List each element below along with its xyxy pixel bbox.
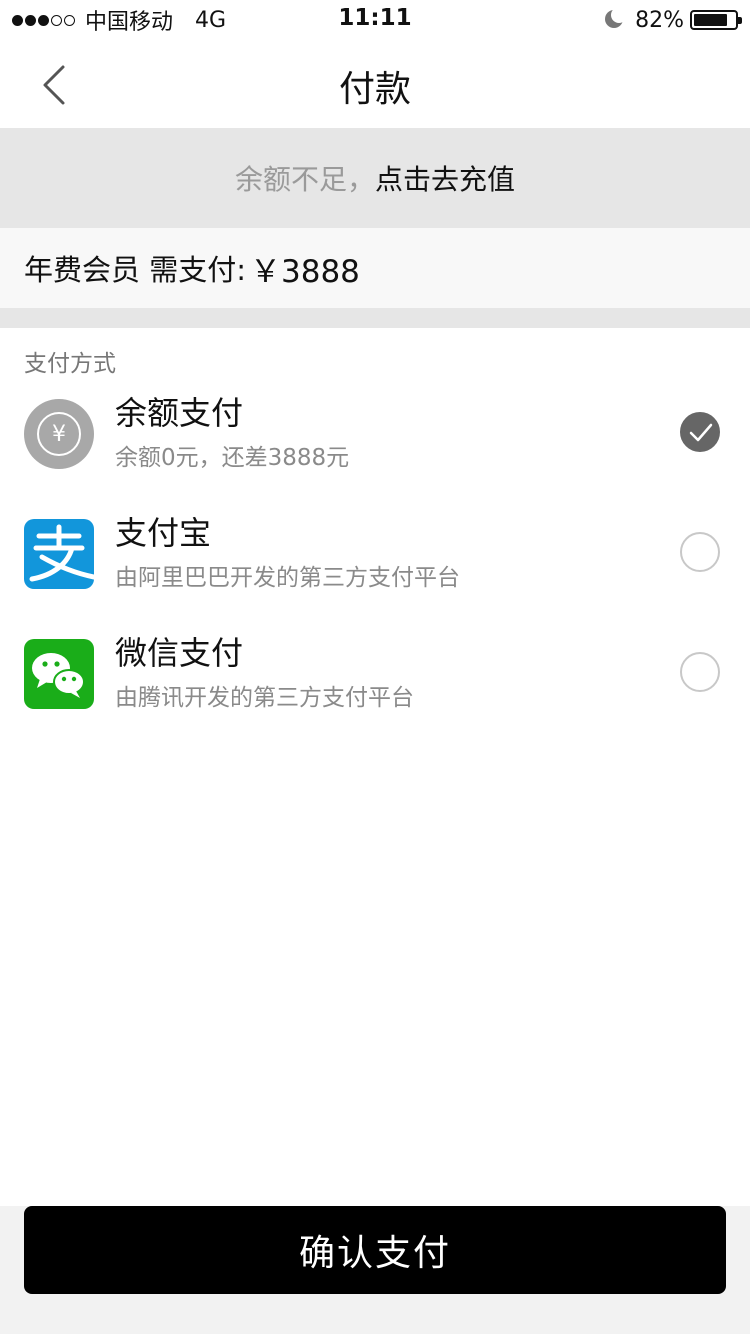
page-title: 付款 (338, 69, 411, 110)
battery-nub (738, 17, 742, 24)
payment-method-alipay[interactable]: 支付宝 由阿里巴巴开发的第三方支付平台 (0, 500, 750, 610)
battery-icon (690, 10, 742, 30)
insufficient-balance-banner: 余额不足， 点击去充值 (0, 128, 750, 228)
nav-bar: 付款 (0, 40, 750, 128)
checkmark-icon (689, 423, 713, 442)
payment-method-title: 余额支付 (115, 394, 244, 432)
wechat-icon (24, 639, 94, 709)
payment-method-balance[interactable]: ¥ 余额支付 余额0元，还差3888元 (0, 380, 750, 490)
status-bar: 中国移动 4G 11:11 82% (0, 0, 750, 40)
yuan-coin-icon: ¥ (24, 399, 94, 469)
section-divider (0, 308, 750, 328)
confirm-payment-button[interactable]: 确认支付 (24, 1206, 726, 1294)
radio-unchecked[interactable] (680, 532, 720, 572)
payment-section-label: 支付方式 (24, 351, 116, 377)
payment-method-title: 支付宝 (115, 514, 212, 552)
battery-fill (694, 14, 727, 26)
radio-checked[interactable] (680, 412, 720, 452)
insufficient-balance-text: 余额不足， (234, 163, 375, 196)
amount-value: ￥3888 (250, 253, 360, 290)
payment-method-desc: 由阿里巴巴开发的第三方支付平台 (115, 565, 460, 591)
status-right: 82% (603, 6, 742, 34)
do-not-disturb-moon-icon (603, 7, 628, 31)
payment-method-wechat[interactable]: 微信支付 由腾讯开发的第三方支付平台 (0, 620, 750, 730)
amount-label: 年费会员 需支付: (24, 253, 246, 287)
wechat-bubbles-glyph (32, 653, 85, 698)
alipay-icon (24, 519, 94, 589)
payment-method-desc: 余额0元，还差3888元 (115, 445, 350, 471)
amount-row: 年费会员 需支付: ￥3888 (0, 228, 750, 308)
yuan-coin-ring: ¥ (37, 412, 81, 456)
payment-method-title: 微信支付 (115, 634, 244, 672)
payment-method-desc: 由腾讯开发的第三方支付平台 (115, 685, 414, 711)
alipay-glyph (29, 524, 94, 582)
radio-unchecked[interactable] (680, 652, 720, 692)
battery-percent: 82% (635, 7, 684, 33)
recharge-link[interactable]: 点击去充值 (375, 158, 515, 198)
